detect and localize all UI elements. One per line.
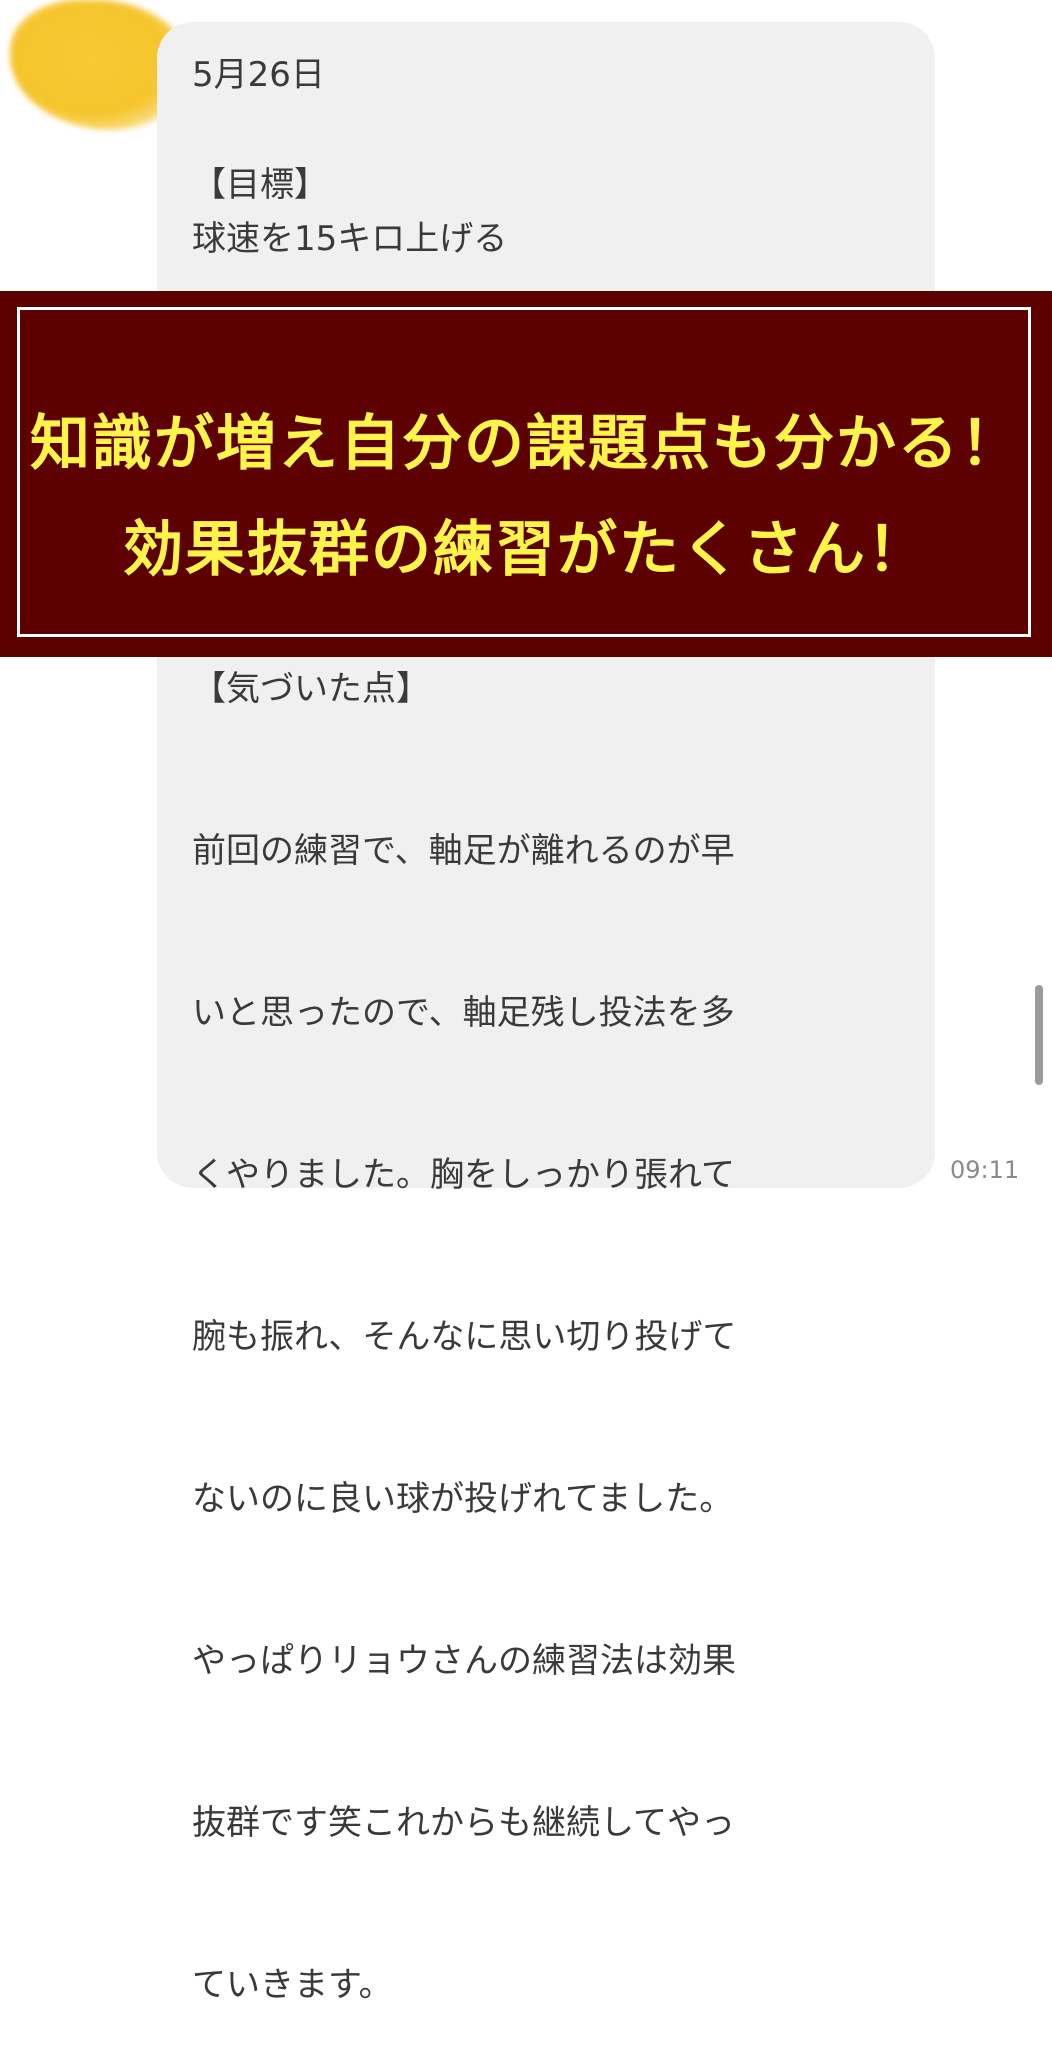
banner-headline-2: 効果抜群の練習がたくさん！: [123, 515, 929, 585]
message-date: 5月26日: [192, 55, 325, 95]
notice-line: いと思ったので、軸足残し投法を多: [192, 993, 735, 1033]
notice-line: やっぱりリョウさんの練習法は効果: [192, 1641, 736, 1681]
notice-line: ないのに良い球が投げれてました。: [192, 1479, 734, 1519]
goal-text: 球速を15キロ上げる: [192, 219, 508, 259]
notice-body: 前回の練習で、軸足が離れるのが早 いと思ったので、軸足残し投法を多 くやりました…: [192, 716, 736, 2066]
notice-heading: 【気づいた点】: [192, 669, 430, 709]
notice-line: 腕も振れ、そんなに思い切り投げて: [192, 1317, 737, 1357]
notice-line: 前回の練習で、軸足が離れるのが早: [192, 831, 735, 871]
notice-line: ていきます。: [192, 1965, 393, 2005]
goal-heading: 【目標】: [192, 165, 328, 205]
promo-banner: 知識が増え自分の課題点も分かる！ 効果抜群の練習がたくさん！: [0, 291, 1052, 657]
scrollbar[interactable]: [1035, 985, 1043, 1085]
banner-headline-1: 知識が増え自分の課題点も分かる！: [30, 409, 1022, 479]
notice-line: 抜群です笑これからも継続してやっ: [192, 1803, 735, 1843]
message-timestamp: 09:11: [950, 1156, 1020, 1184]
notice-line: くやりました。胸をしっかり張れて: [192, 1155, 735, 1195]
